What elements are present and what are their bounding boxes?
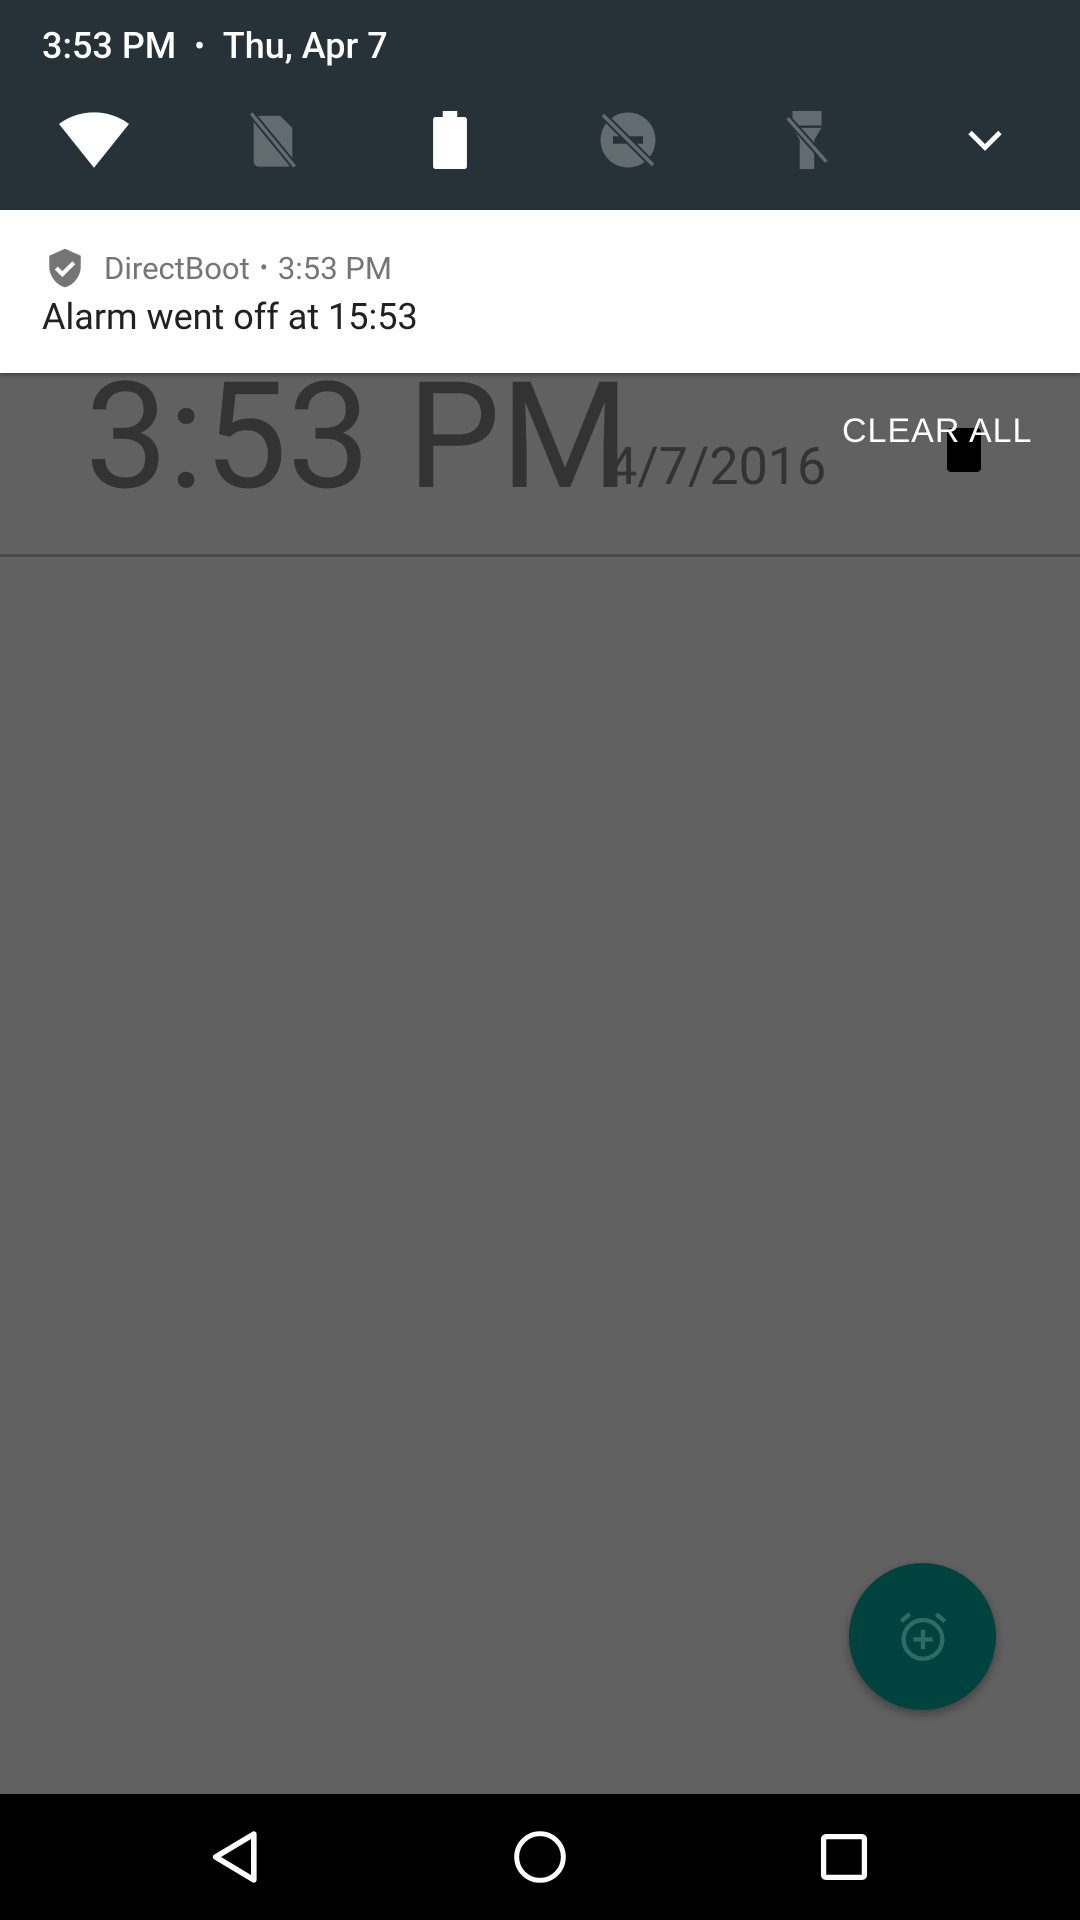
shield-check-icon <box>49 248 81 288</box>
recents-icon <box>820 1833 868 1881</box>
quick-settings-header: 3:53 PM • Thu, Apr 7 <box>0 0 1080 210</box>
wifi-tile[interactable] <box>54 105 134 175</box>
chevron-down-icon <box>968 130 1002 151</box>
battery-icon <box>433 111 467 169</box>
dnd-tile[interactable] <box>588 105 668 175</box>
notification-time: 3:53 PM <box>277 249 392 287</box>
quick-settings-tiles <box>0 105 1080 175</box>
add-alarm-button[interactable] <box>849 1563 996 1710</box>
status-datetime: 3:53 PM • Thu, Apr 7 <box>42 22 388 70</box>
separator-dot: • <box>194 28 205 64</box>
battery-tile[interactable] <box>410 105 490 175</box>
add-alarm-icon <box>899 1611 946 1661</box>
wifi-icon <box>59 112 129 168</box>
status-date[interactable]: Thu, Apr 7 <box>223 25 388 67</box>
separator-dot: • <box>259 254 268 282</box>
notification-text: Alarm went off at 15:53 <box>42 296 418 338</box>
app-divider <box>0 554 1080 557</box>
flashlight-off-icon <box>785 111 829 169</box>
recents-button[interactable] <box>799 1816 889 1898</box>
notification-header: DirectBoot • 3:53 PM <box>44 240 392 296</box>
clear-all-button[interactable]: CLEAR ALL <box>842 412 1032 451</box>
sim-tile[interactable] <box>233 105 313 175</box>
back-button[interactable] <box>191 1816 281 1898</box>
navigation-bar <box>0 1794 1080 1920</box>
notification-app-name: DirectBoot <box>104 249 250 287</box>
back-icon <box>212 1831 257 1883</box>
app-clock: 3:53 PM <box>85 351 630 524</box>
do-not-disturb-off-icon <box>600 112 656 168</box>
status-time: 3:53 PM <box>42 25 177 67</box>
alarm-notification[interactable]: DirectBoot • 3:53 PM Alarm went off at 1… <box>0 210 1080 373</box>
flashlight-tile[interactable] <box>767 105 847 175</box>
no-sim-icon <box>248 111 298 169</box>
expand-button[interactable] <box>945 105 1025 175</box>
home-icon <box>514 1831 566 1883</box>
home-button[interactable] <box>495 1816 585 1898</box>
app-date: 4/7/2016 <box>608 436 827 497</box>
